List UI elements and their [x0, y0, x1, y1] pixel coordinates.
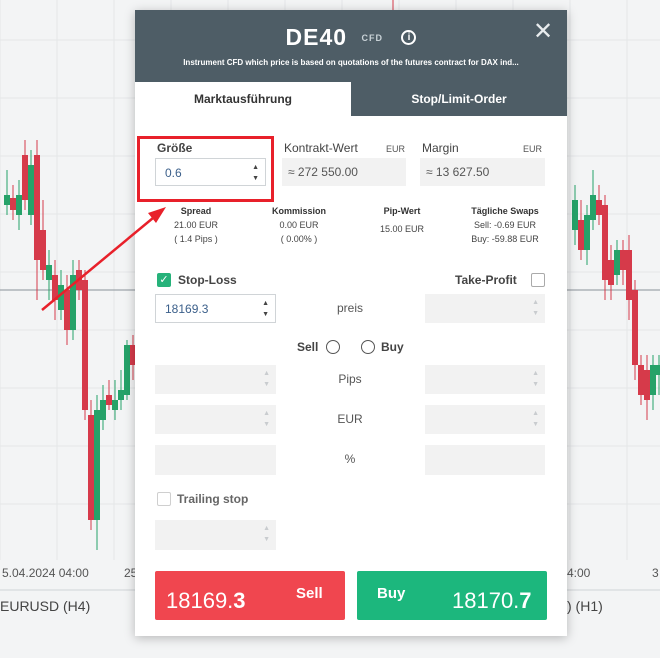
annotation-arrow [41, 207, 166, 311]
